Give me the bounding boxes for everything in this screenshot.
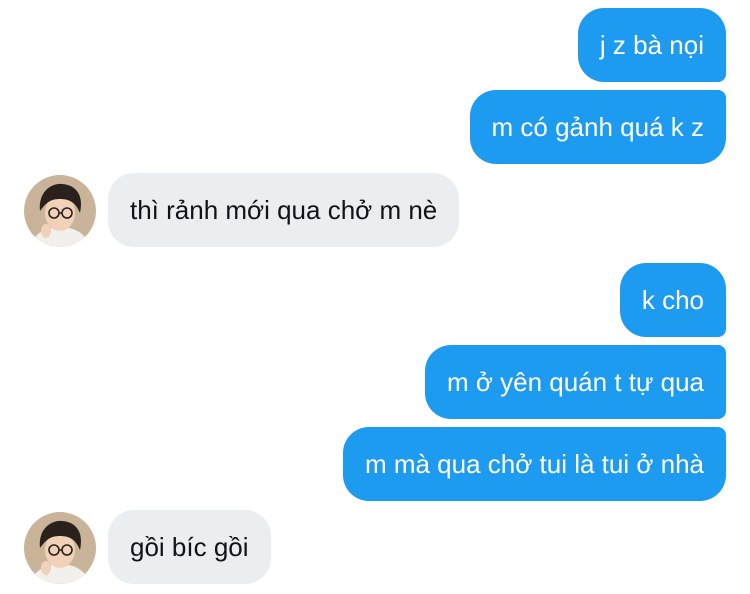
- person-avatar-icon: [24, 175, 96, 247]
- message-thread: j z bà nọi m có gảnh quá k z thì rảnh mớ…: [0, 0, 750, 594]
- contact-avatar[interactable]: [24, 175, 96, 247]
- outgoing-message[interactable]: m ở yên quán t tự qua: [424, 345, 726, 419]
- incoming-message[interactable]: thì rảnh mới qua chở m nè: [108, 173, 460, 247]
- outgoing-message[interactable]: k cho: [619, 263, 726, 337]
- incoming-message[interactable]: gồi bíc gồi: [108, 510, 271, 584]
- contact-avatar[interactable]: [24, 512, 96, 584]
- outgoing-message[interactable]: m mà qua chở tui là tui ở nhà: [342, 427, 726, 501]
- outgoing-message[interactable]: j z bà nọi: [577, 8, 726, 82]
- person-avatar-icon: [24, 512, 96, 584]
- outgoing-message[interactable]: m có gảnh quá k z: [469, 90, 726, 164]
